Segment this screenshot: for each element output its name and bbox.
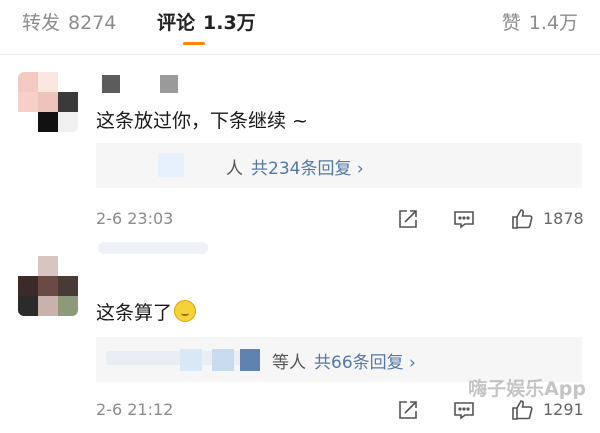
reply-summary: 等人 共66条回复 › [272,348,416,373]
tab-likes[interactable]: 赞 1.4万 [502,8,578,35]
reply-summary: 人共234条回复 › [226,154,364,179]
comment-time: 2-6 21:12 [96,400,174,419]
share-icon[interactable] [396,207,420,231]
comment-time: 2-6 23:03 [96,209,174,228]
thinking-emoji-icon [174,300,197,322]
blurred-username [240,349,260,371]
tab-likes-count: 1.4万 [528,12,578,34]
comment-meta: 2-6 21:12 1291 [96,398,584,422]
reply-preview[interactable]: 人共234条回复 › [96,143,582,188]
like-icon[interactable] [510,207,534,231]
tab-repost[interactable]: 转发 8274 [22,8,116,35]
comment-meta: 2-6 23:03 1878 [96,207,584,231]
comment-icon[interactable] [452,207,476,231]
comment-text: 这条放过你，下条继续 ~ [96,110,308,132]
avatar[interactable] [18,72,78,132]
comment-icon[interactable] [452,398,476,422]
tab-comments-count: 1.3万 [203,12,256,34]
share-icon[interactable] [396,398,420,422]
like-icon[interactable] [510,398,534,422]
reply-suffix: 人 [226,159,243,179]
tab-repost-count: 8274 [68,12,117,34]
view-replies-link[interactable]: 共66条回复 › [314,353,416,373]
active-tab-indicator [183,42,205,45]
tab-comments[interactable]: 评论 1.3万 [157,8,256,35]
tab-bar: 转发 8274 评论 1.3万 赞 1.4万 [0,0,600,55]
like-count: 1878 [543,209,584,228]
reply-suffix: 等人 [272,353,306,373]
like-count: 1291 [543,400,584,419]
view-replies-link[interactable]: 共234条回复 › [251,159,364,179]
blurred-username [212,349,234,371]
tab-repost-label: 转发 [22,12,61,34]
comment-text: 这条算了 [96,298,197,325]
tab-comments-label: 评论 [157,12,196,34]
blurred-divider-fragment [98,242,208,254]
blurred-username [158,153,184,177]
avatar[interactable] [18,256,78,316]
comment-text-content: 这条算了 [96,302,173,324]
tab-likes-label: 赞 [501,12,521,34]
watermark: 嗨子娱乐App [468,378,586,400]
blurred-username [180,349,202,371]
